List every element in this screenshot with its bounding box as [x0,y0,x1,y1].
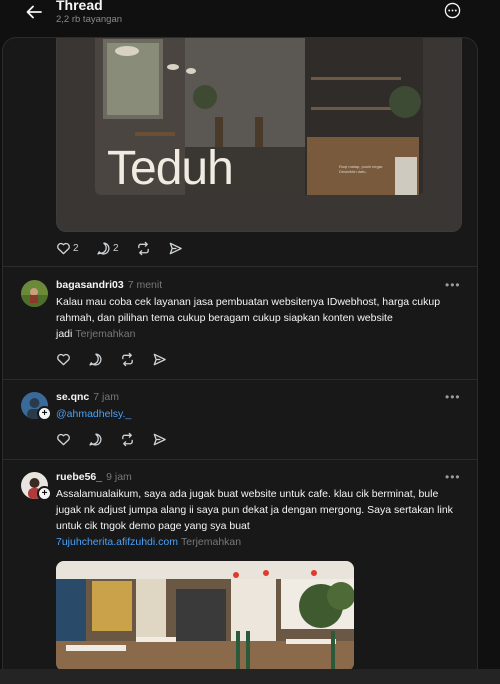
follow-plus-icon[interactable]: + [37,486,52,501]
like-count: 2 [73,242,79,254]
like-button[interactable] [56,351,71,367]
divider [3,266,477,267]
more-circle-icon[interactable] [444,2,461,19]
reply-actions [56,351,176,369]
divider [3,459,477,460]
cafe-photo[interactable] [56,561,354,671]
more-dots-icon[interactable]: ••• [445,278,461,292]
mention-link[interactable]: @ahmadhelsy._ [56,406,131,422]
username[interactable]: ruebe56_ 9 jam [56,471,132,483]
divider [3,379,477,380]
repost-button[interactable] [136,240,151,256]
timestamp: 9 jam [106,471,132,483]
thread-panel: Teduh Ruqi malap, pusiri negar. Deskrikt… [2,37,478,678]
reply-actions [56,431,176,449]
heart-icon [57,433,70,445]
heart-icon [57,353,70,365]
avatar[interactable] [21,280,48,307]
website-link[interactable]: 7ujuhcherita.afifzuhdi.com [56,536,178,548]
reply-button[interactable] [88,431,103,447]
page-title: Thread [56,0,103,13]
translate-link[interactable]: Terjemahkan [181,536,241,548]
reply-link-row: 7ujuhcherita.afifzuhdi.com Terjemahkan [56,534,241,550]
post-image[interactable]: Teduh Ruqi malap, pusiri negar. Deskrikt… [56,38,462,232]
image-tagline: Ruqi malap, pusiri negar. Deskriktin daf… [339,164,384,174]
more-dots-icon[interactable]: ••• [445,470,461,484]
more-dots-icon[interactable]: ••• [445,390,461,404]
reply-button[interactable] [88,351,103,367]
reply-count: 2 [113,242,119,254]
username[interactable]: se.qnc 7 jam [56,391,119,403]
like-button[interactable]: 2 [56,240,79,256]
follow-plus-icon[interactable]: + [37,406,52,421]
share-icon [153,353,166,365]
reply-text: Assalamualaikum, saya ada jugak buat web… [56,488,453,532]
share-button[interactable] [152,431,167,447]
timestamp: 7 menit [127,279,163,291]
post-actions: 2 2 [56,240,196,258]
bottom-bar [0,669,500,684]
thread-header: Thread 2,2 rb tayangan [0,0,500,36]
like-button[interactable] [56,431,71,447]
timestamp: 7 jam [93,391,119,403]
repost-icon [138,241,149,255]
comment-icon [97,241,110,255]
share-icon [153,433,166,445]
repost-icon [122,352,133,366]
repost-button[interactable] [120,351,135,367]
share-button[interactable] [152,351,167,367]
comment-icon [89,352,102,366]
image-logo-text: Teduh [107,142,234,195]
comment-icon [89,432,102,446]
username[interactable]: bagasandri03 7 menit [56,279,162,291]
back-arrow-icon[interactable] [24,2,44,22]
repost-button[interactable] [120,431,135,447]
share-icon [169,242,182,254]
translate-link[interactable]: Terjemahkan [75,328,135,340]
reply-text: Kalau mau coba cek layanan jasa pembuata… [56,296,441,340]
repost-icon [122,432,133,446]
cafe-photo-image [56,561,354,671]
heart-icon [57,242,70,254]
share-button[interactable] [168,240,183,256]
reply-button[interactable]: 2 [96,240,119,256]
view-count: 2,2 rb tayangan [56,14,123,25]
